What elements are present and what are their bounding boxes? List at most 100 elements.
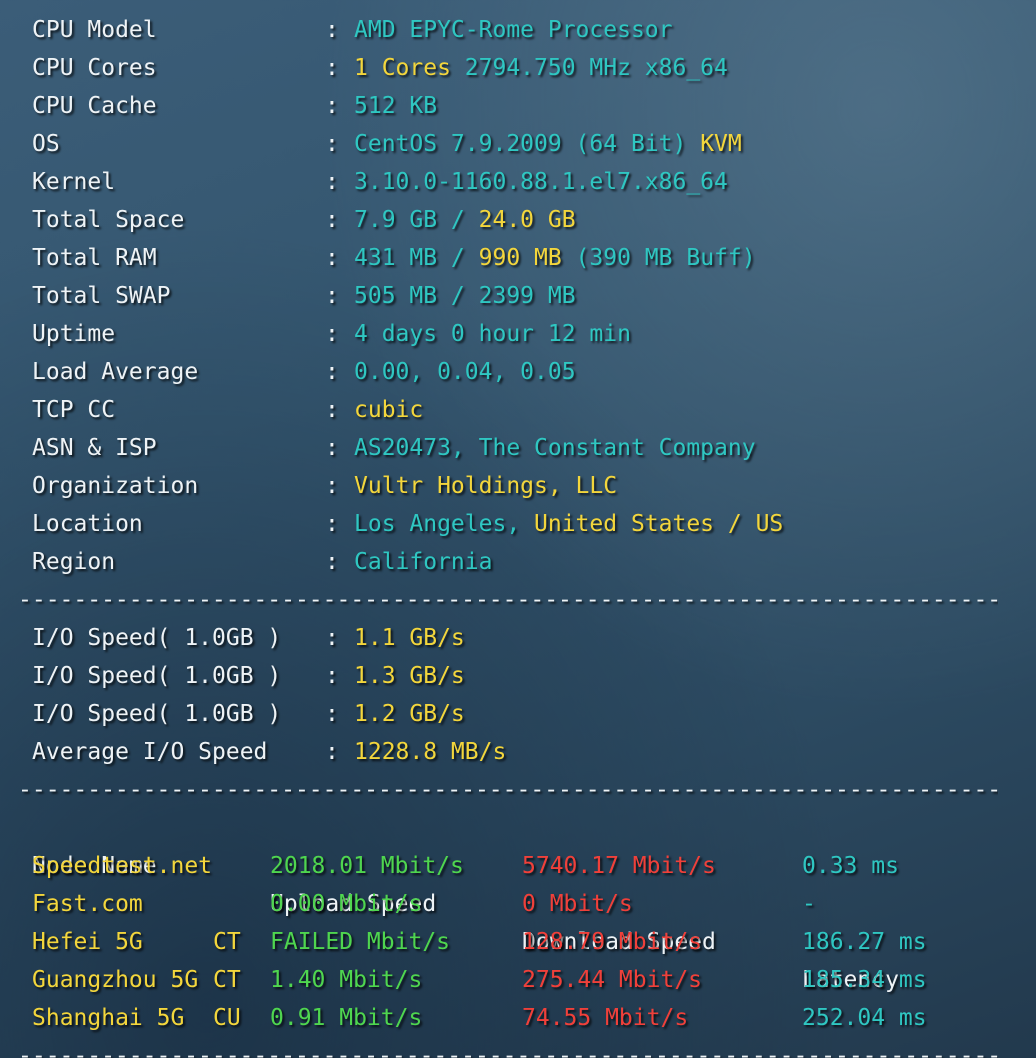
io-value: 1.3 GB/s bbox=[354, 663, 465, 689]
info-row: Organization: Vultr Holdings, LLC bbox=[0, 467, 1036, 505]
io-row: Average I/O Speed:1228.8 MB/s bbox=[0, 733, 1036, 771]
speedtest-row: Shanghai 5G CU 0.91 Mbit/s 74.55 Mbit/s 252.… bbox=[0, 999, 1036, 1037]
io-value: 1.2 GB/s bbox=[354, 701, 465, 727]
colon-separator: : bbox=[325, 17, 339, 43]
info-label: CPU Cache bbox=[32, 93, 157, 119]
node-name: Hefei 5G bbox=[32, 929, 143, 955]
info-row: Uptime:4 days 0 hour 12 min bbox=[0, 315, 1036, 353]
separator-line: ----------------------------------------… bbox=[18, 777, 998, 803]
info-value-part: 431 MB / bbox=[354, 245, 479, 271]
info-value: 512 KB bbox=[354, 87, 437, 125]
info-value-part: 2794.750 MHz x86_64 bbox=[450, 55, 728, 81]
colon-separator: : bbox=[325, 397, 339, 423]
info-value-part: United States / US bbox=[534, 511, 784, 537]
info-value-part: 990 MB bbox=[478, 245, 562, 271]
io-label: I/O Speed( 1.0GB ) bbox=[32, 701, 282, 727]
info-row: Location: Los Angeles, United States / US bbox=[0, 505, 1036, 543]
info-value: 7.9 GB / 24.0 GB bbox=[354, 201, 576, 239]
download-speed: 5740.17 Mbit/s bbox=[522, 853, 716, 879]
info-label: CPU Cores bbox=[32, 55, 157, 81]
info-value-part: 7.9 GB / bbox=[354, 207, 479, 233]
speedtest-row: Speedtest.net 2018.01 Mbit/s 5740.17 Mbit/… bbox=[0, 847, 1036, 885]
colon-separator: : bbox=[325, 625, 339, 651]
upload-speed: 0.91 Mbit/s bbox=[270, 1005, 423, 1031]
colon-separator: : bbox=[325, 169, 339, 195]
info-value-part: 1 Cores bbox=[354, 55, 451, 81]
info-label: Total Space bbox=[32, 207, 185, 233]
info-value-part: 3.10.0-1160.88.1.el7.x86_64 bbox=[354, 169, 728, 195]
upload-speed: 0.00 Mbit/s bbox=[270, 891, 423, 917]
info-value: California bbox=[354, 543, 492, 581]
info-row: TCP CC: cubic bbox=[0, 391, 1036, 429]
io-row: I/O Speed( 1.0GB ):1.3 GB/s bbox=[0, 657, 1036, 695]
info-row: OS: CentOS 7.9.2009 (64 Bit) KVM bbox=[0, 125, 1036, 163]
info-label: Kernel bbox=[32, 169, 116, 195]
download-speed: 128.79 Mbit/s bbox=[522, 929, 703, 955]
info-row: Kernel:3.10.0-1160.88.1.el7.x86_64 bbox=[0, 163, 1036, 201]
info-label: Total SWAP bbox=[32, 283, 171, 309]
info-value: AS20473, The Constant Company bbox=[354, 429, 756, 467]
io-row: I/O Speed( 1.0GB ):1.2 GB/s bbox=[0, 695, 1036, 733]
terminal-output: CPU Model: AMD EPYC-Rome Processor CPU Cor… bbox=[0, 11, 1036, 1058]
info-label: OS bbox=[32, 131, 60, 157]
colon-separator: : bbox=[325, 663, 339, 689]
node-name: Guangzhou 5G bbox=[32, 967, 199, 993]
info-value: Vultr Holdings, LLC bbox=[354, 467, 617, 505]
info-row: Total SWAP:505 MB / 2399 MB bbox=[0, 277, 1036, 315]
info-value-part: Vultr Holdings, LLC bbox=[354, 473, 618, 499]
colon-separator: : bbox=[325, 245, 339, 271]
info-label: TCP CC bbox=[32, 397, 116, 423]
separator-line: ----------------------------------------… bbox=[18, 1043, 998, 1058]
colon-separator: : bbox=[325, 207, 339, 233]
latency: 252.04 ms bbox=[802, 1005, 927, 1031]
colon-separator: : bbox=[325, 321, 339, 347]
info-row: Load Average:0.00, 0.04, 0.05 bbox=[0, 353, 1036, 391]
info-value-part: 512 KB bbox=[354, 93, 438, 119]
colon-separator: : bbox=[325, 511, 339, 537]
info-value: 505 MB / 2399 MB bbox=[354, 277, 576, 315]
info-label: Region bbox=[32, 549, 116, 575]
io-label: I/O Speed( 1.0GB ) bbox=[32, 663, 282, 689]
separator-line: ----------------------------------------… bbox=[18, 587, 998, 613]
speedtest-rows: Speedtest.net 2018.01 Mbit/s 5740.17 Mbit/… bbox=[0, 847, 1036, 1037]
speedtest-header-row: Node Name Upload Speed Download Speed La… bbox=[0, 809, 1036, 993]
info-label: Total RAM bbox=[32, 245, 157, 271]
info-row: CPU Model: AMD EPYC-Rome Processor bbox=[0, 11, 1036, 49]
io-value: 1228.8 MB/s bbox=[354, 739, 507, 765]
info-value-part: Los Angeles, bbox=[354, 511, 535, 537]
info-value-part: 24.0 GB bbox=[478, 207, 576, 233]
download-speed: 275.44 Mbit/s bbox=[522, 967, 703, 993]
speedtest-row: Fast.com 0.00 Mbit/s 0 Mbit/s - bbox=[0, 885, 1036, 923]
info-row: Region: California bbox=[0, 543, 1036, 581]
latency: 185.34 ms bbox=[802, 967, 927, 993]
download-speed: 74.55 Mbit/s bbox=[522, 1005, 689, 1031]
colon-separator: : bbox=[325, 739, 339, 765]
info-label: Location bbox=[32, 511, 143, 537]
info-value-part: California bbox=[354, 549, 493, 575]
info-value-part: AS20473, The Constant Company bbox=[354, 435, 756, 461]
info-label: ASN & ISP bbox=[32, 435, 157, 461]
info-value: cubic bbox=[354, 391, 423, 429]
colon-separator: : bbox=[325, 131, 339, 157]
info-value: 4 days 0 hour 12 min bbox=[354, 315, 631, 353]
info-value-part: 0.00, 0.04, 0.05 bbox=[354, 359, 576, 385]
node-name: Speedtest.net bbox=[32, 853, 213, 879]
info-value-part: cubic bbox=[354, 397, 424, 423]
info-row: Total RAM:431 MB / 990 MB (390 MB Buff) bbox=[0, 239, 1036, 277]
info-row: Total Space:7.9 GB / 24.0 GB bbox=[0, 201, 1036, 239]
info-row: ASN & ISP: AS20473, The Constant Company bbox=[0, 429, 1036, 467]
upload-speed: 1.40 Mbit/s bbox=[270, 967, 423, 993]
io-label: Average I/O Speed bbox=[32, 739, 268, 765]
node-isp: CT bbox=[213, 967, 241, 993]
download-speed: 0 Mbit/s bbox=[522, 891, 633, 917]
info-value: 1 Cores 2794.750 MHz x86_64 bbox=[354, 49, 728, 87]
colon-separator: : bbox=[325, 283, 339, 309]
colon-separator: : bbox=[325, 701, 339, 727]
speedtest-row: Hefei 5G CT FAILED Mbit/s 128.79 Mbit/s 186.… bbox=[0, 923, 1036, 961]
io-row: I/O Speed( 1.0GB ):1.1 GB/s bbox=[0, 619, 1036, 657]
latency: 186.27 ms bbox=[802, 929, 927, 955]
info-label: Organization bbox=[32, 473, 199, 499]
colon-separator: : bbox=[325, 359, 339, 385]
info-label: Load Average bbox=[32, 359, 199, 385]
colon-separator: : bbox=[325, 549, 339, 575]
